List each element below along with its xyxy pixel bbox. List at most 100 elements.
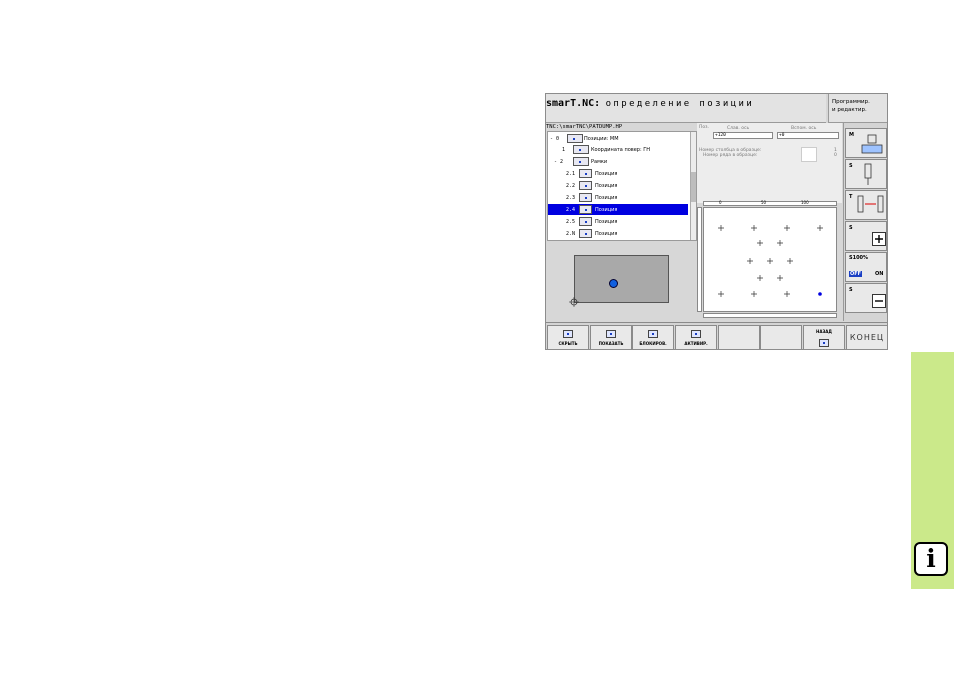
activate-icon	[691, 330, 701, 338]
form-note-box	[801, 147, 817, 162]
coordinate-icon	[573, 145, 589, 154]
side-label: S	[849, 225, 853, 231]
tree-row-number: 2.1	[566, 171, 576, 177]
softkey-label: АКТИВИР.	[684, 341, 708, 346]
tree-row-number: - 2	[554, 159, 564, 165]
empty-softkey[interactable]	[760, 325, 802, 349]
softkey-label: НАЗАД	[816, 329, 832, 334]
tree-scrollbar[interactable]	[690, 132, 696, 240]
block-softkey[interactable]: БЛОКИРОВ.	[632, 325, 674, 349]
m-function-button[interactable]: M	[845, 128, 887, 158]
tree-scroll-thumb[interactable]	[691, 172, 696, 202]
tree-row[interactable]: - 0 Позиции: ММ	[548, 133, 688, 144]
pattern-left-ruler	[697, 207, 702, 312]
pattern-top-ruler: 0 50 100	[703, 200, 837, 206]
title-bar: smarT.NC: определение позиции	[546, 94, 826, 123]
row-number-value: 0	[834, 153, 837, 158]
operating-mode-box: Программир. и редактир.	[828, 94, 887, 123]
show-softkey[interactable]: ПОКАЗАТЬ	[590, 325, 632, 349]
plus-icon	[872, 232, 886, 246]
tree-row-label: Рамки	[591, 159, 608, 165]
workpiece-blank	[574, 255, 669, 303]
tree-row[interactable]: 2.1 Позиция	[548, 168, 688, 179]
empty-softkey[interactable]	[718, 325, 760, 349]
app-title: smarT.NC: определение позиции	[546, 98, 754, 109]
position-icon	[579, 205, 592, 214]
pattern-graphic[interactable]	[703, 207, 837, 312]
position-icon	[579, 169, 592, 178]
activate-softkey[interactable]: АКТИВИР.	[675, 325, 717, 349]
ruler-tick-label: 100	[801, 200, 809, 205]
back-icon	[819, 339, 829, 347]
tree-row-number: 2.3	[566, 195, 576, 201]
show-icon	[606, 330, 616, 338]
tool-button[interactable]: T	[845, 190, 887, 220]
spindle-override-button[interactable]: S100% OFF ON	[845, 252, 887, 282]
row-number-label: Номер ряда в образце:	[703, 153, 758, 158]
x-coordinate-input[interactable]: +120	[713, 132, 773, 139]
pos-label: Поз.	[699, 125, 709, 130]
tree-row[interactable]: 1 Координата повер: ГН	[548, 144, 688, 155]
app-brand: smarT.NC:	[546, 98, 601, 109]
softkey-bar: СКРЫТЬ ПОКАЗАТЬ БЛОКИРОВ. АКТИВИР. НАЗАД…	[546, 322, 887, 349]
tree-row-label: Координата повер: ГН	[591, 147, 651, 153]
mode-line-2: и редактир.	[832, 107, 867, 113]
tree-row[interactable]: - 2 Рамки	[548, 156, 688, 167]
minus-icon	[872, 294, 886, 308]
tree-row-label: Позиция	[595, 231, 618, 237]
tree-row[interactable]: 2.5 Позиция	[548, 216, 688, 227]
tree-row[interactable]: 2.3 Позиция	[548, 192, 688, 203]
tnc-screen: smarT.NC: определение позиции Программир…	[545, 93, 888, 350]
hide-softkey[interactable]: СКРЫТЬ	[547, 325, 589, 349]
block-icon	[648, 330, 658, 338]
on-label: ON	[875, 271, 884, 277]
hide-icon	[563, 330, 573, 338]
tree-row-label: Позиция	[595, 207, 618, 213]
position-icon	[579, 229, 592, 238]
tree-row[interactable]: 2.2 Позиция	[548, 180, 688, 191]
program-tree[interactable]: - 0 Позиции: ММ 1 Координата повер: ГН -…	[547, 131, 697, 241]
tree-row-number: 2.N	[566, 231, 576, 237]
spindle-button[interactable]: S	[845, 159, 887, 189]
spindle-minus-button[interactable]: S	[845, 283, 887, 313]
tree-row[interactable]: 2.N Позиция	[548, 228, 688, 239]
ruler-tick-label: 50	[761, 200, 767, 205]
position-icon	[579, 193, 592, 202]
info-side-tab: i	[911, 352, 954, 589]
tool-change-icon	[857, 195, 884, 213]
workpiece-preview	[547, 242, 695, 320]
tree-row-label: Позиция	[595, 171, 618, 177]
tree-row-number: 2.5	[566, 219, 576, 225]
off-badge: OFF	[849, 271, 863, 277]
end-button[interactable]: КОНЕЦ	[846, 325, 887, 349]
tree-row-number: 2.2	[566, 183, 576, 189]
y-coordinate-input[interactable]: +0	[777, 132, 839, 139]
operating-mode-text: Программир. и редактир.	[832, 98, 870, 114]
tree-row-label: Позиция	[595, 219, 618, 225]
side-label: M	[849, 132, 854, 138]
softkey-label: ПОКАЗАТЬ	[598, 341, 624, 346]
mode-line-1: Программир.	[832, 99, 870, 105]
current-position-marker	[609, 279, 618, 288]
position-form: Поз. Слав. ось Вспом. ось +120 +0 Номер …	[697, 123, 842, 203]
app-mode-title: определение позиции	[605, 99, 755, 109]
main-axis-label: Слав. ось	[727, 126, 750, 131]
machine-icon	[861, 134, 883, 154]
frame-icon	[573, 157, 589, 166]
softkey-label: СКРЫТЬ	[558, 341, 578, 346]
side-label: S	[849, 287, 853, 293]
position-icon	[579, 181, 592, 190]
back-softkey[interactable]: НАЗАД	[803, 325, 845, 349]
tree-row-label: Позиции: ММ	[584, 136, 619, 142]
origin-icon	[569, 297, 579, 307]
spindle-plus-button[interactable]: S	[845, 221, 887, 251]
tree-row-label: Позиция	[595, 183, 618, 189]
side-label: T	[849, 194, 853, 200]
pattern-bottom-scrollbar[interactable]	[703, 313, 837, 318]
selected-point[interactable]	[818, 292, 822, 296]
aux-axis-label: Вспом. ось	[791, 126, 817, 131]
tree-row-number: - 0	[550, 136, 560, 142]
tree-row-number: 2.4	[566, 207, 576, 213]
override-label: S100%	[849, 255, 869, 261]
tree-row-selected[interactable]: 2.4 Позиция	[548, 204, 688, 215]
